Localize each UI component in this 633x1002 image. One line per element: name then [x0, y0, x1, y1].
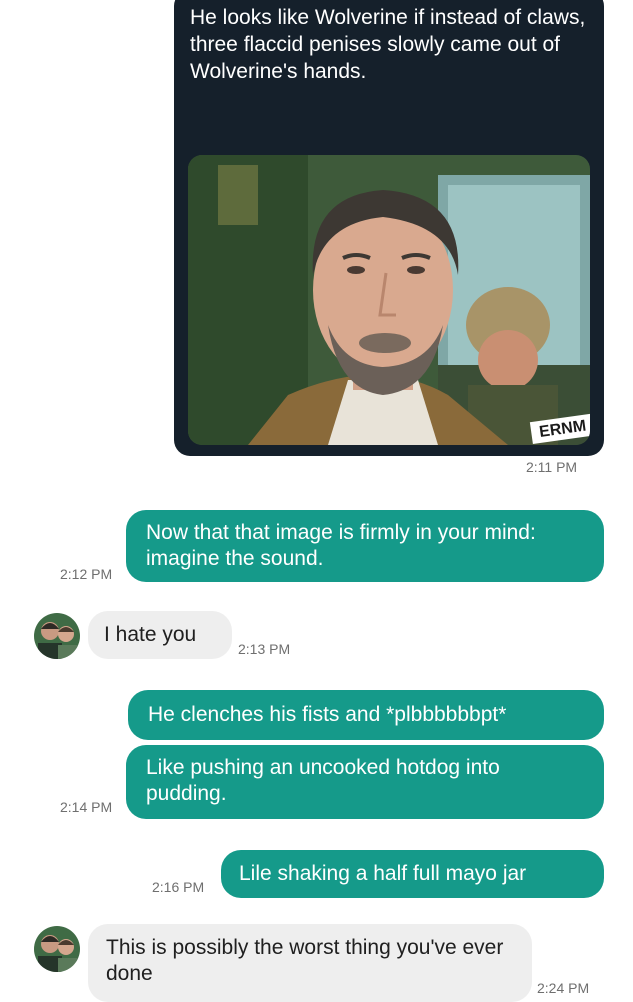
message-text: This is possibly the worst thing you've …: [106, 936, 504, 985]
tweet-photo[interactable]: ERNM: [188, 155, 590, 445]
timestamp: 2:14 PM: [60, 799, 113, 815]
sent-message-bubble[interactable]: He clenches his fists and *plbbbbbbpt*: [128, 690, 604, 740]
avatar-photo: [34, 926, 80, 972]
avatar-photo: [34, 613, 80, 659]
timestamp: 2:13 PM: [238, 641, 291, 657]
message-text: Now that that image is firmly in your mi…: [146, 521, 536, 570]
timestamp: 2:12 PM: [60, 566, 113, 582]
timestamp: 2:16 PM: [152, 879, 205, 895]
sent-message-bubble[interactable]: Lile shaking a half full mayo jar: [221, 850, 604, 898]
sent-message-bubble[interactable]: Now that that image is firmly in your mi…: [126, 510, 604, 582]
tweet-photo-image: ERNM: [188, 155, 590, 445]
message-text: I hate you: [104, 623, 197, 646]
contact-avatar[interactable]: [34, 926, 80, 972]
sent-message-bubble[interactable]: Like pushing an uncooked hotdog into pud…: [126, 745, 604, 819]
received-message-bubble[interactable]: This is possibly the worst thing you've …: [88, 924, 532, 1002]
message-text: Like pushing an uncooked hotdog into pud…: [146, 756, 500, 805]
tweet-text: He looks like Wolverine if instead of cl…: [190, 6, 586, 83]
timestamp: 2:24 PM: [537, 980, 590, 996]
message-text: He clenches his fists and *plbbbbbbpt*: [148, 703, 507, 726]
contact-avatar[interactable]: [34, 613, 80, 659]
message-text: Lile shaking a half full mayo jar: [239, 862, 527, 885]
received-message-bubble[interactable]: I hate you: [88, 611, 232, 659]
timestamp: 2:11 PM: [526, 459, 578, 475]
tweet-screenshot-card[interactable]: He looks like Wolverine if instead of cl…: [174, 0, 604, 456]
